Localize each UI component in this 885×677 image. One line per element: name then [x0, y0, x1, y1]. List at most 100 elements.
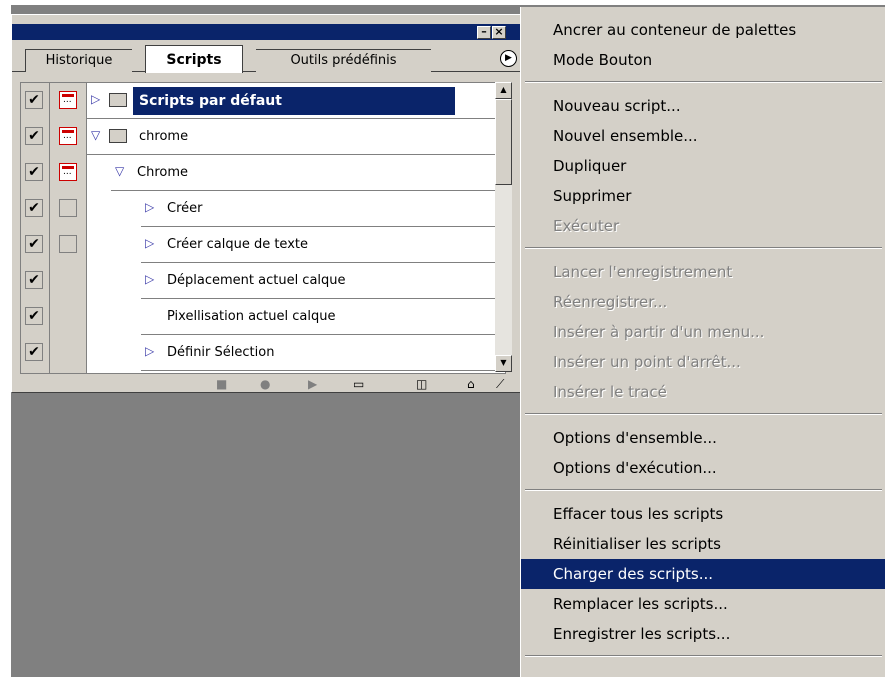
menu-separator — [525, 81, 882, 83]
menu-item[interactable]: Réinitialiser les scripts — [521, 529, 885, 559]
palette-menu-button[interactable]: ▶ — [500, 50, 517, 67]
menu-item-label: Dupliquer — [553, 157, 627, 175]
dialog-toggle-icon[interactable] — [59, 91, 77, 109]
expand-triangle-icon[interactable]: ▷ — [145, 236, 154, 250]
menu-item[interactable]: Dupliquer — [521, 151, 885, 181]
expand-triangle-icon[interactable]: ▷ — [145, 272, 154, 286]
expand-triangle-icon[interactable]: ▷ — [145, 200, 154, 214]
script-row-label: Déplacement actuel calque — [167, 273, 346, 288]
script-row-label: Pixellisation actuel calque — [167, 309, 336, 324]
tab-scripts[interactable]: Scripts — [145, 45, 243, 73]
menu-item[interactable]: Remplacer les scripts... — [521, 589, 885, 619]
menu-item[interactable]: Options d'ensemble... — [521, 423, 885, 453]
script-row-label: Créer — [167, 201, 203, 216]
expand-triangle-icon[interactable]: ▷ — [91, 92, 100, 106]
script-row[interactable]: ✔ ▷ Déplacement actuel calque — [21, 263, 505, 299]
tab-outils-predefinis[interactable]: Outils prédéfinis — [256, 49, 431, 72]
menu-item[interactable]: Effacer tous les scripts — [521, 499, 885, 529]
menu-item: Insérer à partir d'un menu... — [521, 317, 885, 347]
collapse-triangle-icon[interactable]: ▽ — [91, 128, 100, 142]
dialog-toggle[interactable] — [59, 199, 77, 217]
toggle-checkbox[interactable]: ✔ — [25, 199, 43, 217]
menu-item-label: Exécuter — [553, 217, 620, 235]
check-icon: ✔ — [28, 128, 40, 144]
vertical-scrollbar[interactable]: ▲ ▼ — [495, 82, 512, 372]
menu-separator — [525, 655, 882, 657]
script-row-label: chrome — [139, 129, 189, 144]
palette-titlebar[interactable] — [12, 24, 523, 40]
menu-item: Insérer le tracé — [521, 377, 885, 407]
menu-item-label: Réenregistrer... — [553, 293, 668, 311]
menu-item[interactable]: Nouvel ensemble... — [521, 121, 885, 151]
record-icon[interactable]: ● — [260, 377, 270, 391]
menu-item[interactable]: Nouveau script... — [521, 91, 885, 121]
toggle-checkbox[interactable]: ✔ — [25, 343, 43, 361]
check-icon: ✔ — [28, 236, 40, 252]
scroll-thumb[interactable] — [495, 99, 512, 185]
new-script-icon[interactable]: ◫ — [416, 377, 427, 391]
script-row[interactable]: ✔ ▷ Définir Sélection — [21, 335, 505, 371]
check-icon: ✔ — [28, 272, 40, 288]
scroll-up-button[interactable]: ▲ — [495, 82, 512, 99]
menu-item-label: Charger des scripts... — [553, 565, 714, 583]
close-button[interactable]: × — [492, 26, 506, 39]
toggle-checkbox[interactable]: ✔ — [25, 307, 43, 325]
menu-item-label: Effacer tous les scripts — [553, 505, 724, 523]
folder-icon[interactable]: ▭ — [353, 377, 364, 391]
toggle-checkbox[interactable]: ✔ — [25, 91, 43, 109]
menu-item-label: Options d'ensemble... — [553, 429, 717, 447]
scripts-palette: – × Historique Scripts Outils prédéfinis… — [11, 14, 523, 392]
menu-separator — [525, 413, 882, 415]
menu-item[interactable]: Options d'exécution... — [521, 453, 885, 483]
menu-item-label: Enregistrer les scripts... — [553, 625, 731, 643]
script-row[interactable]: ✔ ▽ Chrome — [21, 155, 505, 191]
menu-item: Insérer un point d'arrêt... — [521, 347, 885, 377]
minimize-button[interactable]: – — [477, 26, 491, 39]
script-row[interactable]: ✔ ▷ Créer calque de texte — [21, 227, 505, 263]
script-row[interactable]: ✔ ▷ Créer — [21, 191, 505, 227]
dialog-toggle-icon[interactable] — [59, 163, 77, 181]
row-divider — [141, 370, 505, 371]
menu-item-label: Remplacer les scripts... — [553, 595, 728, 613]
script-row-label: Définir Sélection — [167, 345, 275, 360]
toggle-checkbox[interactable]: ✔ — [25, 235, 43, 253]
menu-item[interactable]: Charger des scripts... — [521, 559, 885, 589]
menu-item[interactable]: Supprimer — [521, 181, 885, 211]
menu-item: Lancer l'enregistrement — [521, 257, 885, 287]
script-row[interactable]: ✔ ▷ Scripts par défaut — [21, 83, 505, 119]
script-row-label: Créer calque de texte — [167, 237, 308, 252]
scripts-list[interactable]: ✔ ▷ Scripts par défaut ✔ ▽ chrome ✔ ▽ Chrome ✔ ▷ Cr… — [20, 82, 506, 374]
menu-item[interactable]: Mode Bouton — [521, 45, 885, 75]
script-row[interactable]: ✔ Pixellisation actuel calque — [21, 299, 505, 335]
toggle-checkbox[interactable]: ✔ — [25, 163, 43, 181]
menu-item: Exécuter — [521, 211, 885, 241]
menu-separator — [525, 489, 882, 491]
scroll-down-button[interactable]: ▼ — [495, 355, 512, 372]
tab-historique[interactable]: Historique — [25, 49, 132, 72]
menu-item: Réenregistrer... — [521, 287, 885, 317]
palette-tabs: Historique Scripts Outils prédéfinis — [12, 40, 523, 73]
menu-item-label: Ancrer au conteneur de palettes — [553, 21, 797, 39]
check-icon: ✔ — [28, 92, 40, 108]
menu-item-label: Options d'exécution... — [553, 459, 717, 477]
toggle-checkbox[interactable]: ✔ — [25, 271, 43, 289]
stop-icon[interactable]: ■ — [216, 377, 227, 391]
folder-icon — [109, 93, 127, 107]
expand-triangle-icon[interactable]: ▷ — [145, 344, 154, 358]
dialog-toggle[interactable] — [59, 235, 77, 253]
trash-icon[interactable]: ⌂ — [467, 377, 475, 391]
dialog-toggle-icon[interactable] — [59, 127, 77, 145]
palette-context-menu: Ancrer au conteneur de palettes Mode Bout… — [520, 7, 885, 677]
menu-separator — [525, 247, 882, 249]
check-icon: ✔ — [28, 164, 40, 180]
play-icon[interactable]: ▶ — [308, 377, 317, 391]
script-row[interactable]: ✔ ▽ chrome — [21, 119, 505, 155]
menu-item[interactable]: Ancrer au conteneur de palettes — [521, 15, 885, 45]
collapse-triangle-icon[interactable]: ▽ — [115, 164, 124, 178]
toggle-checkbox[interactable]: ✔ — [25, 127, 43, 145]
menu-item-label: Nouvel ensemble... — [553, 127, 698, 145]
menu-item-label: Mode Bouton — [553, 51, 653, 69]
menu-item-label: Lancer l'enregistrement — [553, 263, 733, 281]
resize-grip-icon[interactable]: ⟋ — [496, 377, 504, 392]
menu-item[interactable]: Enregistrer les scripts... — [521, 619, 885, 649]
